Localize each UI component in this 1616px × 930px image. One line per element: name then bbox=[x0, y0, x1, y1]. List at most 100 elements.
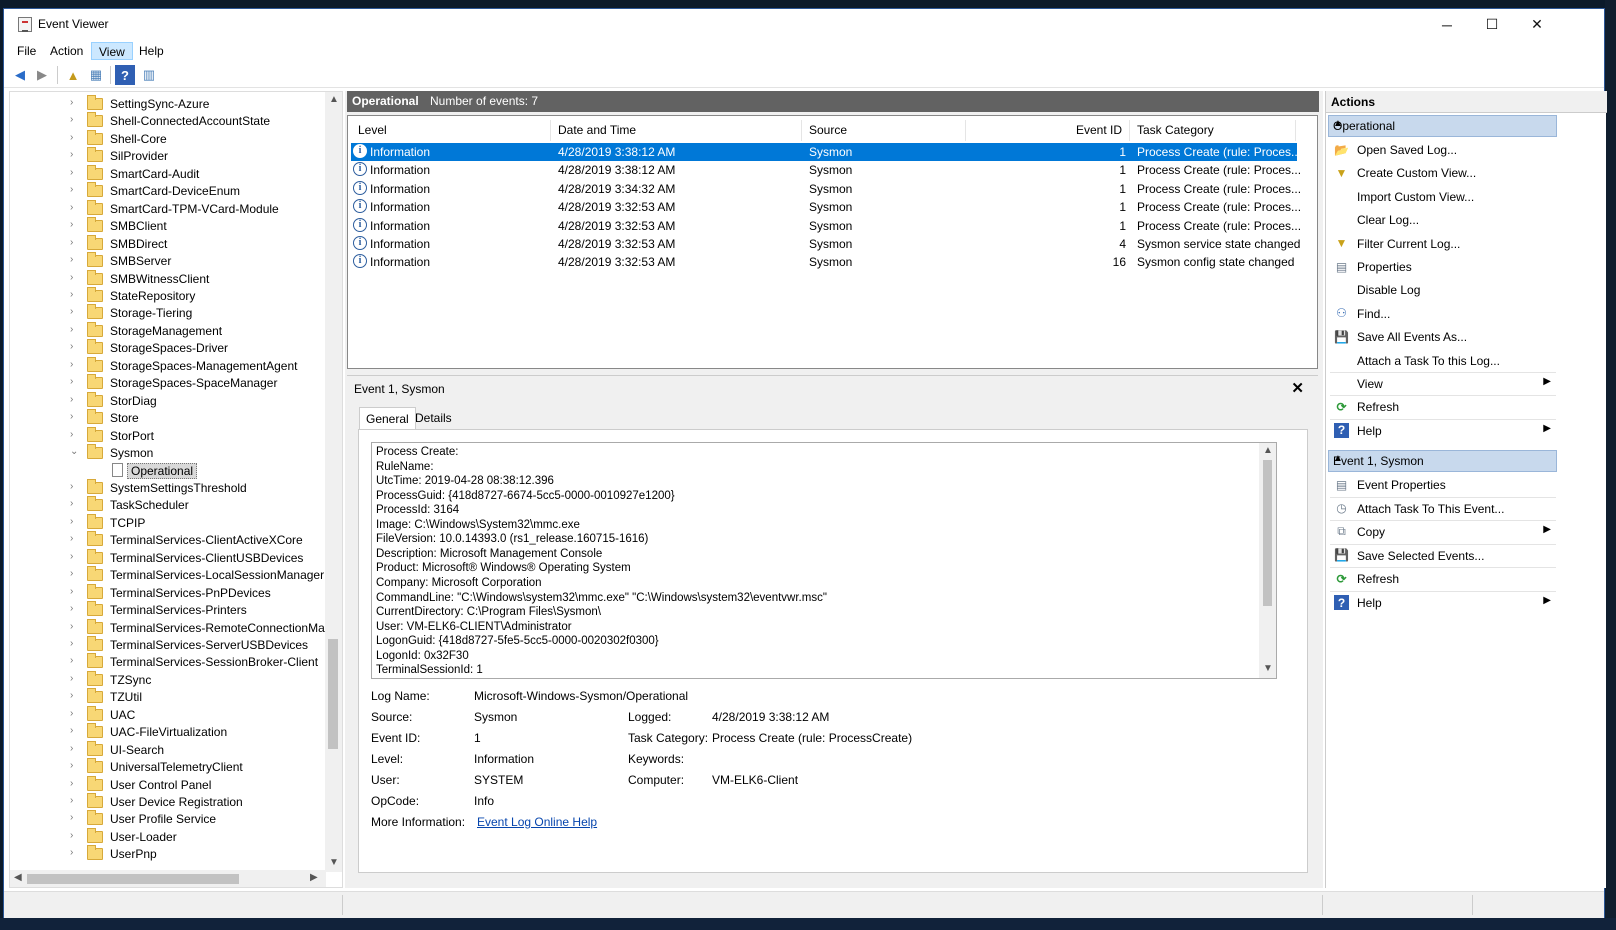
expand-chevron-icon[interactable]: › bbox=[70, 202, 80, 213]
expand-chevron-icon[interactable]: › bbox=[70, 812, 80, 823]
close-details-icon[interactable]: ✕ bbox=[1291, 379, 1304, 397]
collapse-chevron-icon[interactable]: ⌄ bbox=[70, 446, 80, 457]
expand-chevron-icon[interactable]: › bbox=[70, 690, 80, 701]
expand-chevron-icon[interactable]: › bbox=[70, 708, 80, 719]
action-open-saved-log[interactable]: 📂 Open Saved Log... bbox=[1328, 139, 1557, 161]
action-attach-task-to-this-event[interactable]: ◷ Attach Task To This Event... bbox=[1328, 498, 1557, 520]
tree-item[interactable]: › UI-Search bbox=[10, 740, 326, 759]
maximize-button[interactable]: ☐ bbox=[1469, 9, 1515, 40]
tree-horizontal-scrollbar[interactable]: ◀ ▶ bbox=[10, 870, 326, 887]
tree-item[interactable]: › User Device Registration bbox=[10, 793, 326, 811]
show-hide-action-pane-icon[interactable]: ▥ bbox=[139, 65, 159, 85]
tree-item[interactable]: ⌄ Sysmon bbox=[10, 444, 326, 462]
event-row[interactable]: i Information 4/28/2019 3:32:53 AM Sysmon 1 P… bbox=[351, 217, 1301, 235]
action-clear-log[interactable]: Clear Log... bbox=[1328, 209, 1557, 231]
tree-item[interactable]: › TerminalServices-Printers bbox=[10, 601, 326, 619]
expand-chevron-icon[interactable]: › bbox=[70, 411, 80, 422]
scroll-right-icon[interactable]: ▶ bbox=[310, 872, 318, 883]
expand-chevron-icon[interactable]: › bbox=[70, 830, 80, 841]
event-row[interactable]: i Information 4/28/2019 3:38:12 AM Sysmon 1 P… bbox=[351, 161, 1301, 179]
expand-chevron-icon[interactable]: › bbox=[70, 621, 80, 632]
tree-item[interactable]: › TerminalServices-LocalSessionManager bbox=[10, 566, 326, 584]
expand-chevron-icon[interactable]: › bbox=[70, 184, 80, 195]
tree-item[interactable]: › SystemSettingsThreshold bbox=[10, 478, 326, 497]
scroll-down-icon[interactable]: ▼ bbox=[1263, 663, 1273, 674]
tree-item[interactable]: › User Profile Service bbox=[10, 810, 326, 828]
tree-item[interactable]: › User Control Panel bbox=[10, 775, 326, 794]
expand-chevron-icon[interactable]: › bbox=[70, 760, 80, 771]
expand-chevron-icon[interactable]: › bbox=[70, 655, 80, 666]
action-help[interactable]: ? Help ▶ bbox=[1328, 420, 1557, 442]
expand-chevron-icon[interactable]: › bbox=[70, 586, 80, 597]
tree-item[interactable]: › StateRepository bbox=[10, 286, 326, 305]
expand-chevron-icon[interactable]: › bbox=[70, 394, 80, 405]
action-create-custom-view[interactable]: ▼ Create Custom View... bbox=[1328, 162, 1557, 184]
action-filter-current-log[interactable]: ▼ Filter Current Log... bbox=[1328, 233, 1557, 255]
tree-item[interactable]: › StorageSpaces-SpaceManager bbox=[10, 374, 326, 392]
close-window-button[interactable]: ✕ bbox=[1514, 9, 1560, 40]
expand-chevron-icon[interactable]: › bbox=[70, 603, 80, 614]
actions-group-operational[interactable]: Operational ▲ bbox=[1328, 115, 1557, 137]
expand-chevron-icon[interactable]: › bbox=[70, 551, 80, 562]
scroll-down-icon[interactable]: ▼ bbox=[329, 857, 339, 868]
tree-item[interactable]: › UAC-FileVirtualization bbox=[10, 723, 326, 741]
tree-item[interactable]: › StorageSpaces-Driver bbox=[10, 339, 326, 357]
action-refresh[interactable]: ⟳ Refresh bbox=[1328, 568, 1557, 590]
back-arrow-icon[interactable]: ◀ bbox=[10, 65, 30, 85]
tree-item[interactable]: › SmartCard-TPM-VCard-Module bbox=[10, 199, 326, 218]
expand-chevron-icon[interactable]: › bbox=[70, 795, 80, 806]
tree-item[interactable]: › SMBDirect bbox=[10, 234, 326, 253]
scroll-up-icon[interactable]: ▲ bbox=[1263, 445, 1273, 456]
tree-item[interactable]: › UAC bbox=[10, 705, 326, 724]
column-date-time[interactable]: Date and Time bbox=[551, 120, 802, 141]
event-description-box[interactable]: Process Create: RuleName: UtcTime: 2019-04… bbox=[371, 442, 1277, 679]
tree-item[interactable]: › SmartCard-DeviceEnum bbox=[10, 182, 326, 200]
expand-chevron-icon[interactable]: › bbox=[70, 743, 80, 754]
event-log-online-help-link[interactable]: Event Log Online Help bbox=[477, 815, 597, 829]
menu-view[interactable]: View bbox=[91, 42, 133, 60]
action-save-all-events-as[interactable]: 💾 Save All Events As... bbox=[1328, 326, 1557, 348]
tree-item[interactable]: › TaskScheduler bbox=[10, 496, 326, 514]
action-copy[interactable]: ⧉ Copy ▶ bbox=[1328, 521, 1557, 543]
expand-chevron-icon[interactable]: › bbox=[70, 498, 80, 509]
action-refresh[interactable]: ⟳ Refresh bbox=[1328, 396, 1557, 418]
scroll-thumb[interactable] bbox=[27, 874, 239, 884]
expand-chevron-icon[interactable]: › bbox=[70, 324, 80, 335]
tree-item[interactable]: › TerminalServices-RemoteConnectionMana bbox=[10, 618, 326, 637]
event-row[interactable]: i Information 4/28/2019 3:32:53 AM Sysmon 1 P… bbox=[351, 198, 1301, 216]
actions-group-event[interactable]: Event 1, Sysmon ▲ bbox=[1328, 450, 1557, 472]
expand-chevron-icon[interactable]: › bbox=[70, 847, 80, 858]
expand-chevron-icon[interactable]: › bbox=[70, 429, 80, 440]
expand-chevron-icon[interactable]: › bbox=[70, 272, 80, 283]
tree-item[interactable]: › StorageSpaces-ManagementAgent bbox=[10, 356, 326, 375]
expand-chevron-icon[interactable]: › bbox=[70, 237, 80, 248]
tree-item[interactable]: › TerminalServices-SessionBroker-Client bbox=[10, 653, 326, 671]
action-import-custom-view[interactable]: Import Custom View... bbox=[1328, 186, 1557, 208]
tree-item[interactable]: › TerminalServices-ClientUSBDevices bbox=[10, 548, 326, 567]
tree-item[interactable]: › UniversalTelemetryClient bbox=[10, 758, 326, 776]
expand-chevron-icon[interactable]: › bbox=[70, 725, 80, 736]
expand-chevron-icon[interactable]: › bbox=[70, 219, 80, 230]
action-find[interactable]: ⚇ Find... bbox=[1328, 303, 1557, 325]
event-row[interactable]: i Information 4/28/2019 3:38:12 AM Sysmon 1 P… bbox=[351, 143, 1301, 161]
expand-chevron-icon[interactable]: › bbox=[70, 289, 80, 300]
expand-chevron-icon[interactable]: › bbox=[70, 359, 80, 370]
expand-chevron-icon[interactable]: › bbox=[70, 149, 80, 160]
tab-details[interactable]: Details bbox=[409, 407, 458, 429]
tree-item[interactable]: › TerminalServices-ClientActiveXCore bbox=[10, 531, 326, 549]
expand-chevron-icon[interactable]: › bbox=[70, 254, 80, 265]
tree-item[interactable]: › StorageManagement bbox=[10, 321, 326, 340]
forward-arrow-icon[interactable]: ▶ bbox=[32, 65, 52, 85]
menu-help[interactable]: Help bbox=[132, 42, 171, 60]
collapse-icon[interactable]: ▲ bbox=[1333, 118, 1548, 129]
expand-chevron-icon[interactable]: › bbox=[70, 341, 80, 352]
expand-chevron-icon[interactable]: › bbox=[70, 97, 80, 108]
collapse-icon[interactable]: ▲ bbox=[1333, 453, 1548, 464]
tree-item[interactable]: › SMBClient bbox=[10, 217, 326, 235]
expand-chevron-icon[interactable]: › bbox=[70, 306, 80, 317]
tree-item[interactable]: › Storage-Tiering bbox=[10, 304, 326, 322]
show-hide-tree-icon[interactable]: ▦ bbox=[86, 65, 106, 85]
tree-item[interactable]: › Shell-ConnectedAccountState bbox=[10, 112, 326, 130]
scroll-thumb[interactable] bbox=[1263, 460, 1272, 606]
action-view[interactable]: View ▶ bbox=[1328, 373, 1557, 395]
